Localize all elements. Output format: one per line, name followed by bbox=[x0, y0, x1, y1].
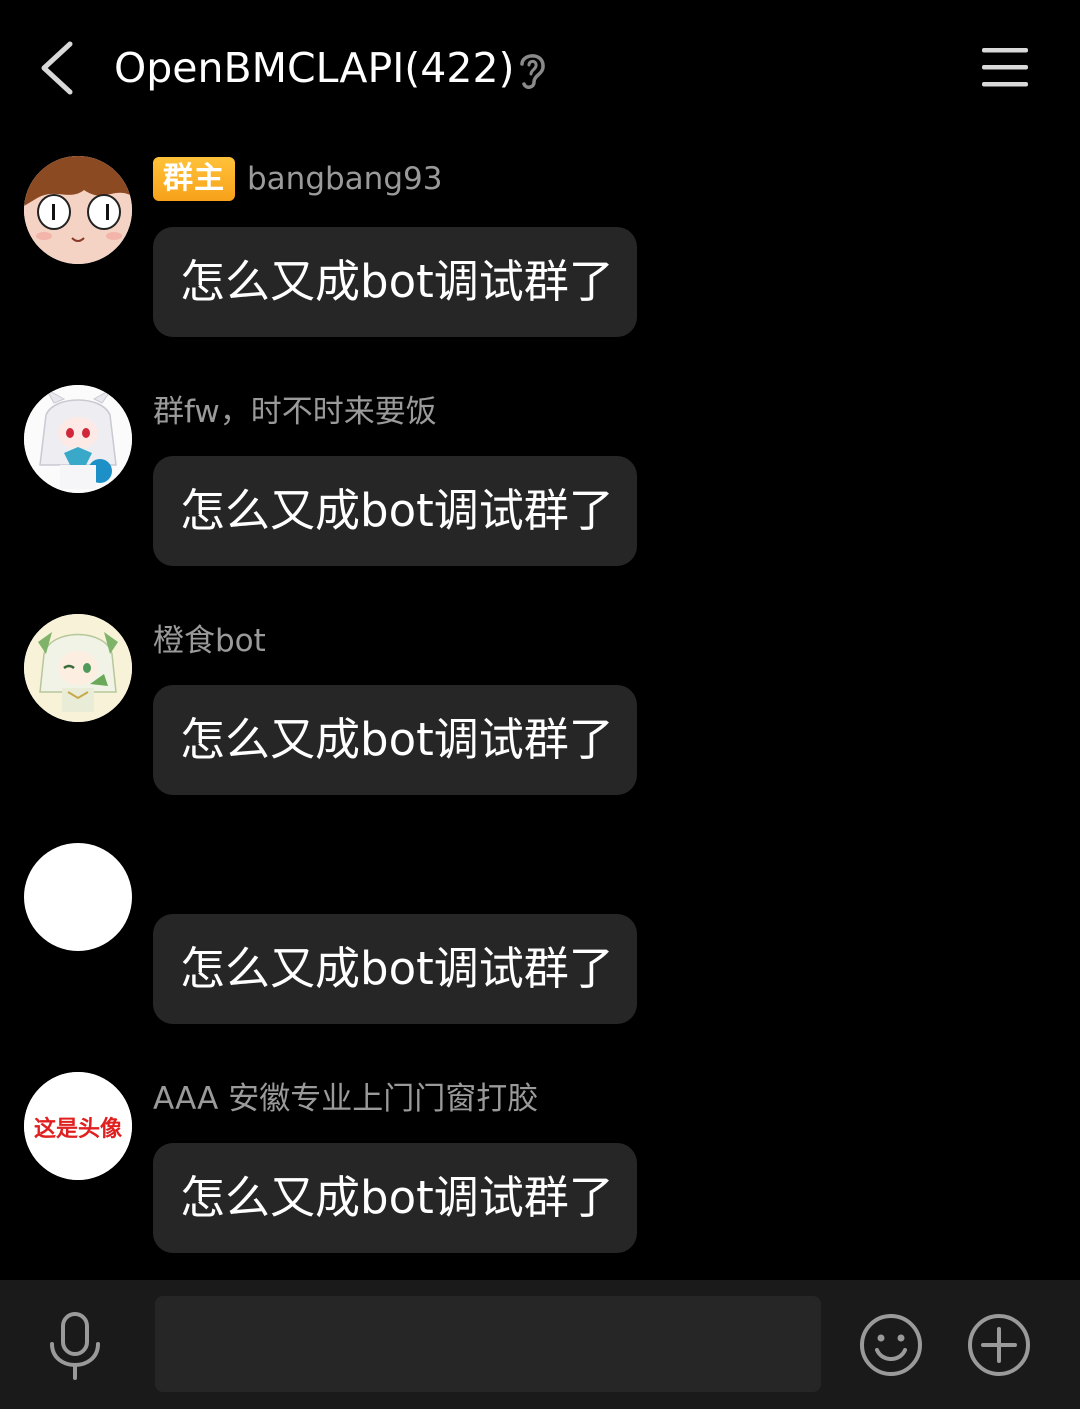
voice-button[interactable] bbox=[44, 1310, 106, 1382]
owner-badge: 群主 bbox=[153, 157, 235, 201]
chevron-left-icon bbox=[41, 41, 73, 95]
sender-name[interactable]: 群fw，时不时来要饭 bbox=[153, 386, 437, 431]
message-bubble[interactable]: 怎么又成bot调试群了 bbox=[153, 914, 637, 1024]
message-item: 怎么又成bot调试群了 bbox=[0, 843, 1080, 1043]
message-bubble[interactable]: 怎么又成bot调试群了 bbox=[153, 1143, 637, 1253]
sender-name[interactable]: 橙食bot bbox=[153, 615, 266, 660]
sender-name[interactable]: bangbang93 bbox=[247, 161, 442, 197]
chat-header: OpenBMCLAPI(422) bbox=[0, 0, 1080, 138]
avatar-text: 这是头像 bbox=[34, 1116, 123, 1142]
more-button[interactable] bbox=[966, 1312, 1032, 1378]
message-bubble[interactable]: 怎么又成bot调试群了 bbox=[153, 227, 637, 337]
message-item: 橙食bot 怎么又成bot调试群了 bbox=[0, 614, 1080, 814]
smiley-icon bbox=[860, 1314, 922, 1376]
message-bubble[interactable]: 怎么又成bot调试群了 bbox=[153, 685, 637, 795]
avatar[interactable]: 这是头像 bbox=[24, 1072, 132, 1180]
message-bubble[interactable]: 怎么又成bot调试群了 bbox=[153, 456, 637, 566]
message-item: 群主 bangbang93 怎么又成bot调试群了 bbox=[0, 156, 1080, 356]
message-item: 这是头像 AAA 安徽专业上门门窗打胶 怎么又成bot调试群了 bbox=[0, 1072, 1080, 1272]
back-button[interactable] bbox=[30, 36, 90, 100]
plus-circle-icon bbox=[968, 1314, 1030, 1376]
input-bar bbox=[0, 1280, 1080, 1409]
avatar[interactable] bbox=[24, 843, 132, 951]
hamburger-menu-icon bbox=[982, 48, 1028, 87]
avatar[interactable] bbox=[24, 385, 132, 493]
avatar[interactable] bbox=[24, 614, 132, 722]
chat-title[interactable]: OpenBMCLAPI(422) bbox=[114, 40, 515, 96]
ear-icon[interactable] bbox=[512, 48, 552, 92]
emoji-button[interactable] bbox=[858, 1312, 924, 1378]
message-item: 群fw，时不时来要饭 怎么又成bot调试群了 bbox=[0, 385, 1080, 585]
message-input[interactable] bbox=[155, 1296, 821, 1392]
menu-button[interactable] bbox=[976, 44, 1034, 92]
microphone-icon bbox=[50, 1312, 100, 1380]
avatar[interactable] bbox=[24, 156, 132, 264]
sender-name[interactable]: AAA 安徽专业上门门窗打胶 bbox=[153, 1073, 538, 1118]
